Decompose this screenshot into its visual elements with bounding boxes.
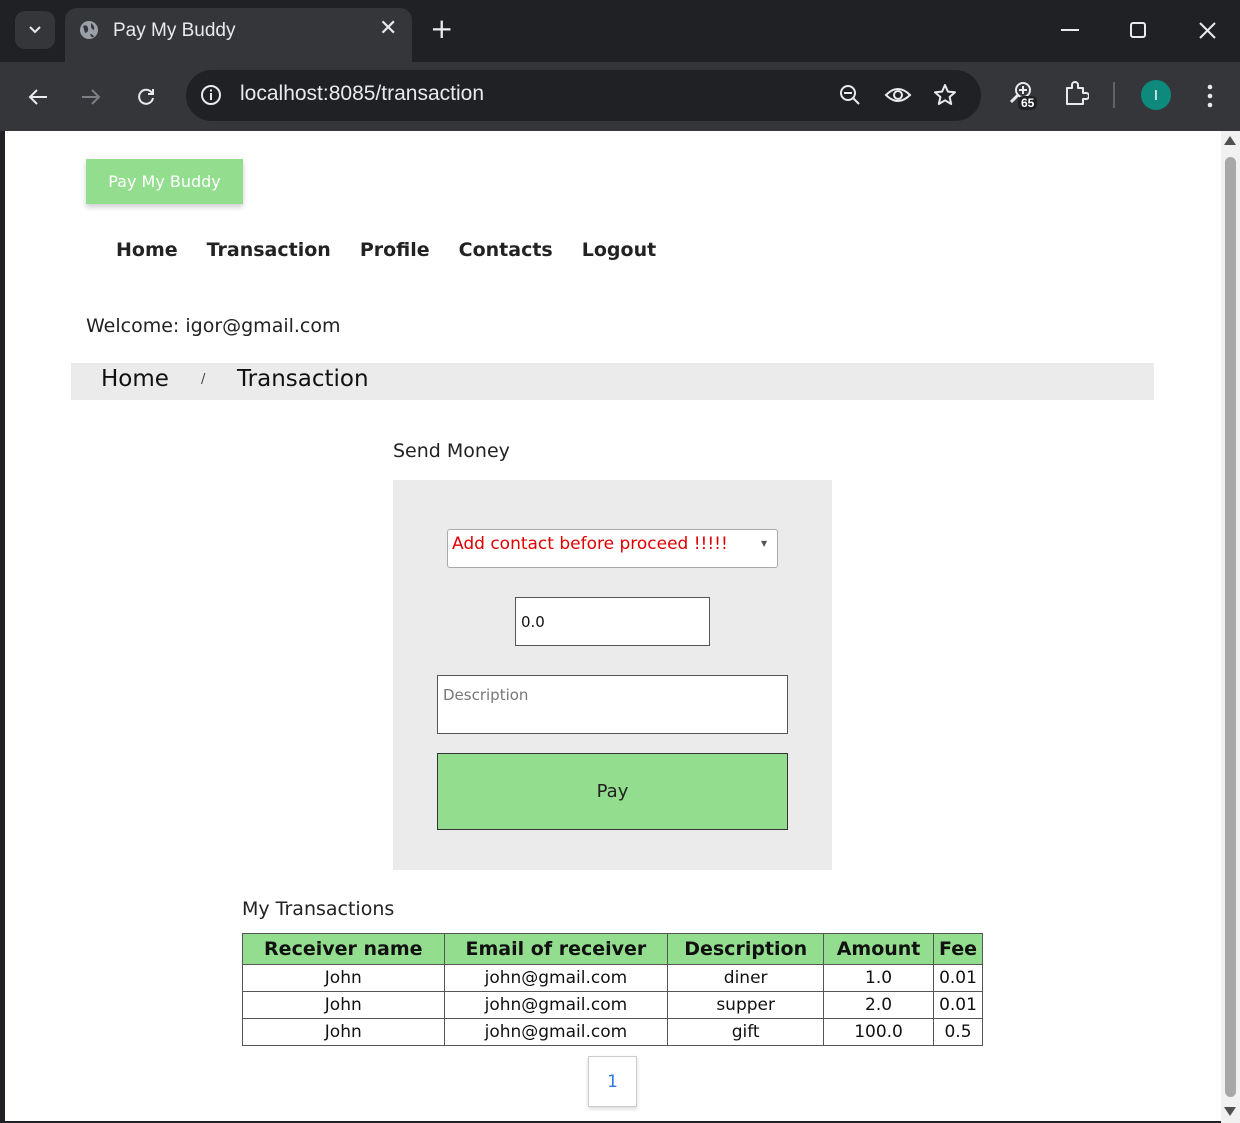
- extension-button[interactable]: 65: [1008, 80, 1042, 116]
- cell-amount: 1.0: [823, 964, 934, 992]
- cell-receiver-email: john@gmail.com: [443, 964, 669, 992]
- window-close-icon[interactable]: [1199, 22, 1216, 39]
- arrow-right-icon: [82, 89, 101, 105]
- cell-description: gift: [667, 1018, 825, 1046]
- send-money-form: Add contact before proceed !!!!! ▼ Pay: [393, 480, 832, 870]
- cell-fee: 0.01: [932, 964, 984, 992]
- scroll-up-arrow-icon[interactable]: [1224, 136, 1236, 145]
- reload-button[interactable]: [129, 80, 163, 114]
- nav-transaction[interactable]: Transaction: [207, 239, 331, 261]
- chevron-down-icon: [29, 26, 41, 34]
- cell-description: diner: [667, 964, 825, 992]
- table-row: John john@gmail.com supper 2.0 0.01: [242, 991, 984, 1019]
- tab-close-icon[interactable]: ✕: [379, 18, 397, 40]
- table-row: John john@gmail.com gift 100.0 0.5: [242, 1018, 984, 1046]
- breadcrumb-separator: /: [201, 372, 206, 387]
- column-header: Description: [667, 933, 825, 965]
- maximize-icon[interactable]: [1130, 22, 1146, 38]
- cell-fee: 0.5: [932, 1018, 984, 1046]
- table-row: John john@gmail.com diner 1.0 0.01: [242, 964, 984, 992]
- send-money-title: Send Money: [393, 440, 510, 462]
- bookmark-star-icon[interactable]: [933, 83, 957, 107]
- pay-button[interactable]: Pay: [437, 753, 788, 830]
- reload-icon: [138, 88, 154, 105]
- contact-select-value: Add contact before proceed !!!!!: [452, 534, 728, 554]
- address-bar[interactable]: localhost:8085/transaction: [186, 70, 981, 121]
- breadcrumb-home[interactable]: Home: [101, 366, 169, 392]
- arrow-left-icon: [28, 89, 47, 105]
- extension-badge: 65: [1018, 96, 1038, 110]
- contact-select[interactable]: Add contact before proceed !!!!! ▼: [447, 529, 778, 568]
- column-header: Email of receiver: [443, 933, 669, 965]
- pagination-page-1[interactable]: 1: [588, 1056, 637, 1107]
- my-transactions-title: My Transactions: [242, 898, 395, 920]
- globe-icon: [80, 21, 98, 39]
- table-header-row: Receiver name Email of receiver Descript…: [242, 933, 984, 965]
- cell-receiver-name: John: [242, 991, 445, 1019]
- nav-contacts[interactable]: Contacts: [459, 239, 553, 261]
- forward-button[interactable]: [74, 80, 108, 114]
- cell-receiver-email: john@gmail.com: [443, 991, 669, 1019]
- url-text[interactable]: localhost:8085/transaction: [240, 82, 484, 106]
- tab-search-button[interactable]: [15, 11, 55, 49]
- amount-input[interactable]: [515, 597, 710, 646]
- cell-receiver-email: john@gmail.com: [443, 1018, 669, 1046]
- zoom-out-icon[interactable]: [838, 83, 862, 107]
- cell-fee: 0.01: [932, 991, 984, 1019]
- cell-receiver-name: John: [242, 964, 445, 992]
- cell-amount: 2.0: [823, 991, 934, 1019]
- tab-title: Pay My Buddy: [113, 20, 236, 41]
- back-button[interactable]: [21, 80, 55, 114]
- toolbar-divider: [1113, 82, 1115, 108]
- breadcrumb: Home / Transaction: [71, 363, 1154, 400]
- page-viewport: Pay My Buddy Home Transaction Profile Co…: [5, 131, 1221, 1121]
- browser-titlebar: Pay My Buddy ✕ +: [0, 0, 1240, 62]
- cell-amount: 100.0: [823, 1018, 934, 1046]
- eye-icon[interactable]: [884, 83, 912, 107]
- breadcrumb-current: Transaction: [237, 366, 369, 392]
- site-info-icon[interactable]: [200, 84, 222, 106]
- new-tab-button[interactable]: +: [430, 15, 453, 43]
- scrollbar-thumb[interactable]: [1225, 157, 1236, 1097]
- column-header: Amount: [823, 933, 934, 965]
- kebab-menu-icon[interactable]: [1206, 84, 1214, 108]
- cell-description: supper: [667, 991, 825, 1019]
- nav-profile[interactable]: Profile: [360, 239, 430, 261]
- browser-toolbar: localhost:8085/transaction 65 I: [0, 62, 1240, 131]
- nav-logout[interactable]: Logout: [582, 239, 656, 261]
- puzzle-extensions-icon[interactable]: [1063, 80, 1089, 106]
- minimize-icon[interactable]: [1061, 29, 1079, 32]
- cell-receiver-name: John: [242, 1018, 445, 1046]
- column-header: Fee: [932, 933, 984, 965]
- main-nav: Home Transaction Profile Contacts Logout: [116, 239, 656, 261]
- description-input[interactable]: [437, 675, 788, 734]
- browser-tab[interactable]: Pay My Buddy ✕: [65, 8, 412, 62]
- welcome-message: Welcome: igor@gmail.com: [86, 315, 341, 337]
- dropdown-caret-icon: ▼: [761, 539, 768, 548]
- column-header: Receiver name: [242, 933, 445, 965]
- nav-home[interactable]: Home: [116, 239, 178, 261]
- transactions-table: Receiver name Email of receiver Descript…: [242, 933, 984, 1046]
- profile-avatar[interactable]: I: [1141, 80, 1171, 110]
- page-scrollbar[interactable]: [1221, 131, 1240, 1123]
- scroll-down-arrow-icon[interactable]: [1224, 1107, 1236, 1116]
- brand-logo-button[interactable]: Pay My Buddy: [86, 159, 243, 204]
